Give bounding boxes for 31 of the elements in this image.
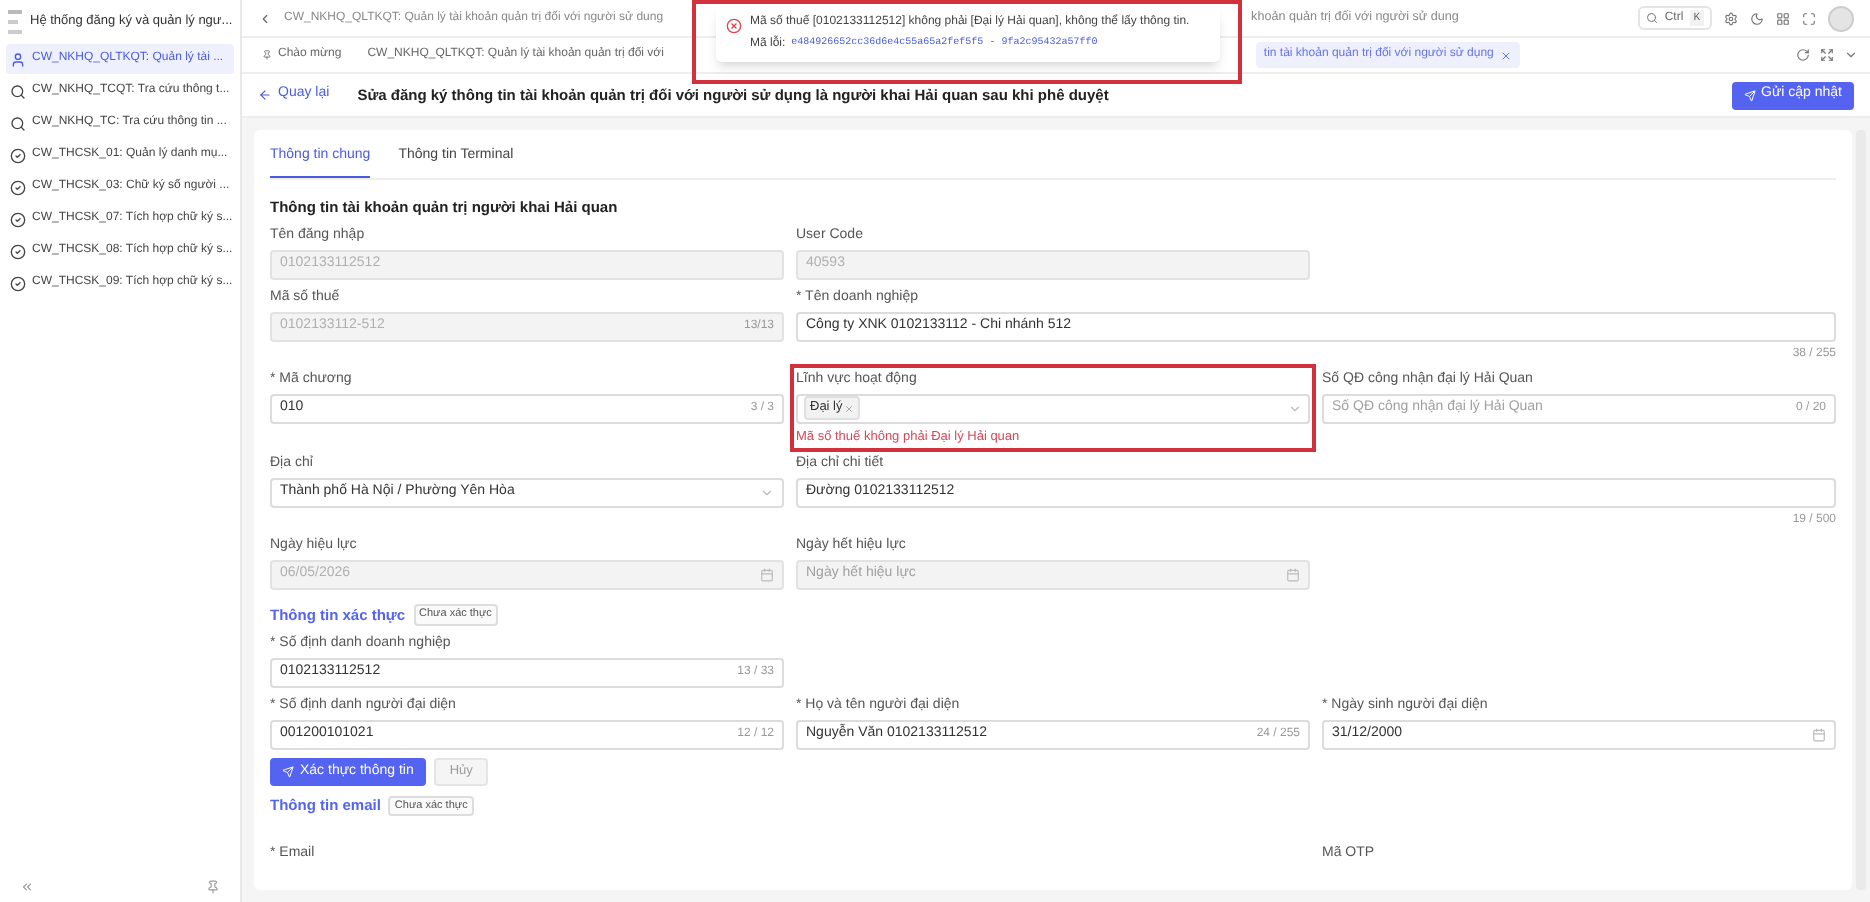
search-icon: [10, 83, 26, 99]
close-icon[interactable]: [1499, 49, 1512, 61]
layout-icon[interactable]: [1776, 11, 1790, 25]
search-icon: [10, 115, 26, 131]
check-circle-icon: [10, 147, 26, 163]
back-icon[interactable]: [258, 11, 272, 25]
error-icon: [726, 18, 742, 34]
pin-icon[interactable]: [206, 879, 220, 893]
send-icon: [1743, 89, 1755, 101]
check-circle-icon: [10, 243, 26, 259]
send-icon: [282, 766, 294, 778]
refresh-icon[interactable]: [1796, 48, 1810, 62]
fullscreen-icon[interactable]: [1802, 11, 1816, 25]
pin-icon: [262, 50, 272, 60]
calendar-icon: [760, 567, 774, 582]
logo-icon: [6, 8, 24, 36]
calendar-icon: [1286, 567, 1300, 582]
settings-icon[interactable]: [1724, 11, 1738, 25]
chevron-down-icon[interactable]: [1844, 48, 1858, 62]
collapse-icon[interactable]: [20, 879, 34, 893]
check-circle-icon: [10, 179, 26, 195]
user-icon: [10, 51, 26, 67]
moon-icon[interactable]: [1750, 11, 1764, 25]
check-circle-icon: [10, 211, 26, 227]
chevron-down-icon: [760, 485, 774, 500]
search-icon: [1646, 12, 1659, 24]
arrow-left-icon: [258, 88, 272, 102]
calendar-icon: [1812, 728, 1826, 742]
chevron-down-icon: [1288, 401, 1302, 416]
check-circle-icon: [10, 275, 26, 291]
expand-icon[interactable]: [1820, 48, 1834, 62]
